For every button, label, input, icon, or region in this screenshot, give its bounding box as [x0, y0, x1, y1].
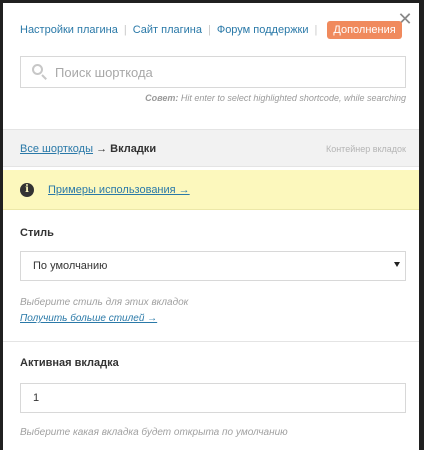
- hint-text: Hit enter to select highlighted shortcod…: [178, 93, 406, 103]
- link-separator: |: [207, 24, 211, 36]
- active-tab-label: Активная вкладка: [20, 357, 119, 369]
- shortcode-description: Контейнер вкладок: [325, 144, 406, 154]
- style-selected-value: По умолчанию: [33, 260, 108, 272]
- breadcrumb-current: Вкладки: [110, 143, 157, 155]
- all-shortcodes-link[interactable]: Все шорткоды: [20, 143, 93, 155]
- link-separator: |: [123, 24, 127, 36]
- style-label: Стиль: [20, 227, 54, 239]
- top-links: Настройки плагина | Сайт плагина | Форум…: [20, 20, 402, 40]
- more-styles-link[interactable]: Получить больше стилей →: [20, 313, 157, 324]
- info-icon: i: [20, 183, 34, 197]
- usage-examples-link[interactable]: Примеры использования →: [48, 184, 190, 196]
- support-forum-link[interactable]: Форум поддержки: [217, 24, 309, 36]
- page-backdrop: ✕ Настройки плагина | Сайт плагина | Фор…: [0, 0, 424, 450]
- breadcrumb: Все шорткоды → Вкладки: [20, 143, 156, 155]
- search-box: [20, 56, 406, 88]
- link-separator: |: [314, 24, 318, 36]
- search-hint: Совет: Hit enter to select highlighted s…: [145, 93, 406, 103]
- search-icon: [31, 63, 49, 81]
- style-select[interactable]: По умолчанию: [20, 251, 406, 281]
- addons-button[interactable]: Дополнения: [327, 21, 402, 39]
- hint-prefix: Совет:: [145, 93, 179, 103]
- shortcode-modal: ✕ Настройки плагина | Сайт плагина | Фор…: [3, 3, 419, 450]
- usage-notice: i Примеры использования →: [3, 170, 419, 210]
- breadcrumb-arrow: →: [96, 143, 108, 155]
- breadcrumb-bar: Все шорткоды → Вкладки Контейнер вкладок: [3, 129, 419, 167]
- plugin-site-link[interactable]: Сайт плагина: [133, 24, 202, 36]
- divider: [3, 341, 419, 342]
- chevron-down-icon: [394, 262, 400, 267]
- style-description: Выберите стиль для этих вкладок: [20, 297, 189, 308]
- search-input[interactable]: [55, 64, 395, 80]
- plugin-settings-link[interactable]: Настройки плагина: [20, 24, 118, 36]
- active-tab-description: Выберите какая вкладка будет открыта по …: [20, 427, 288, 438]
- active-tab-input[interactable]: [20, 383, 406, 413]
